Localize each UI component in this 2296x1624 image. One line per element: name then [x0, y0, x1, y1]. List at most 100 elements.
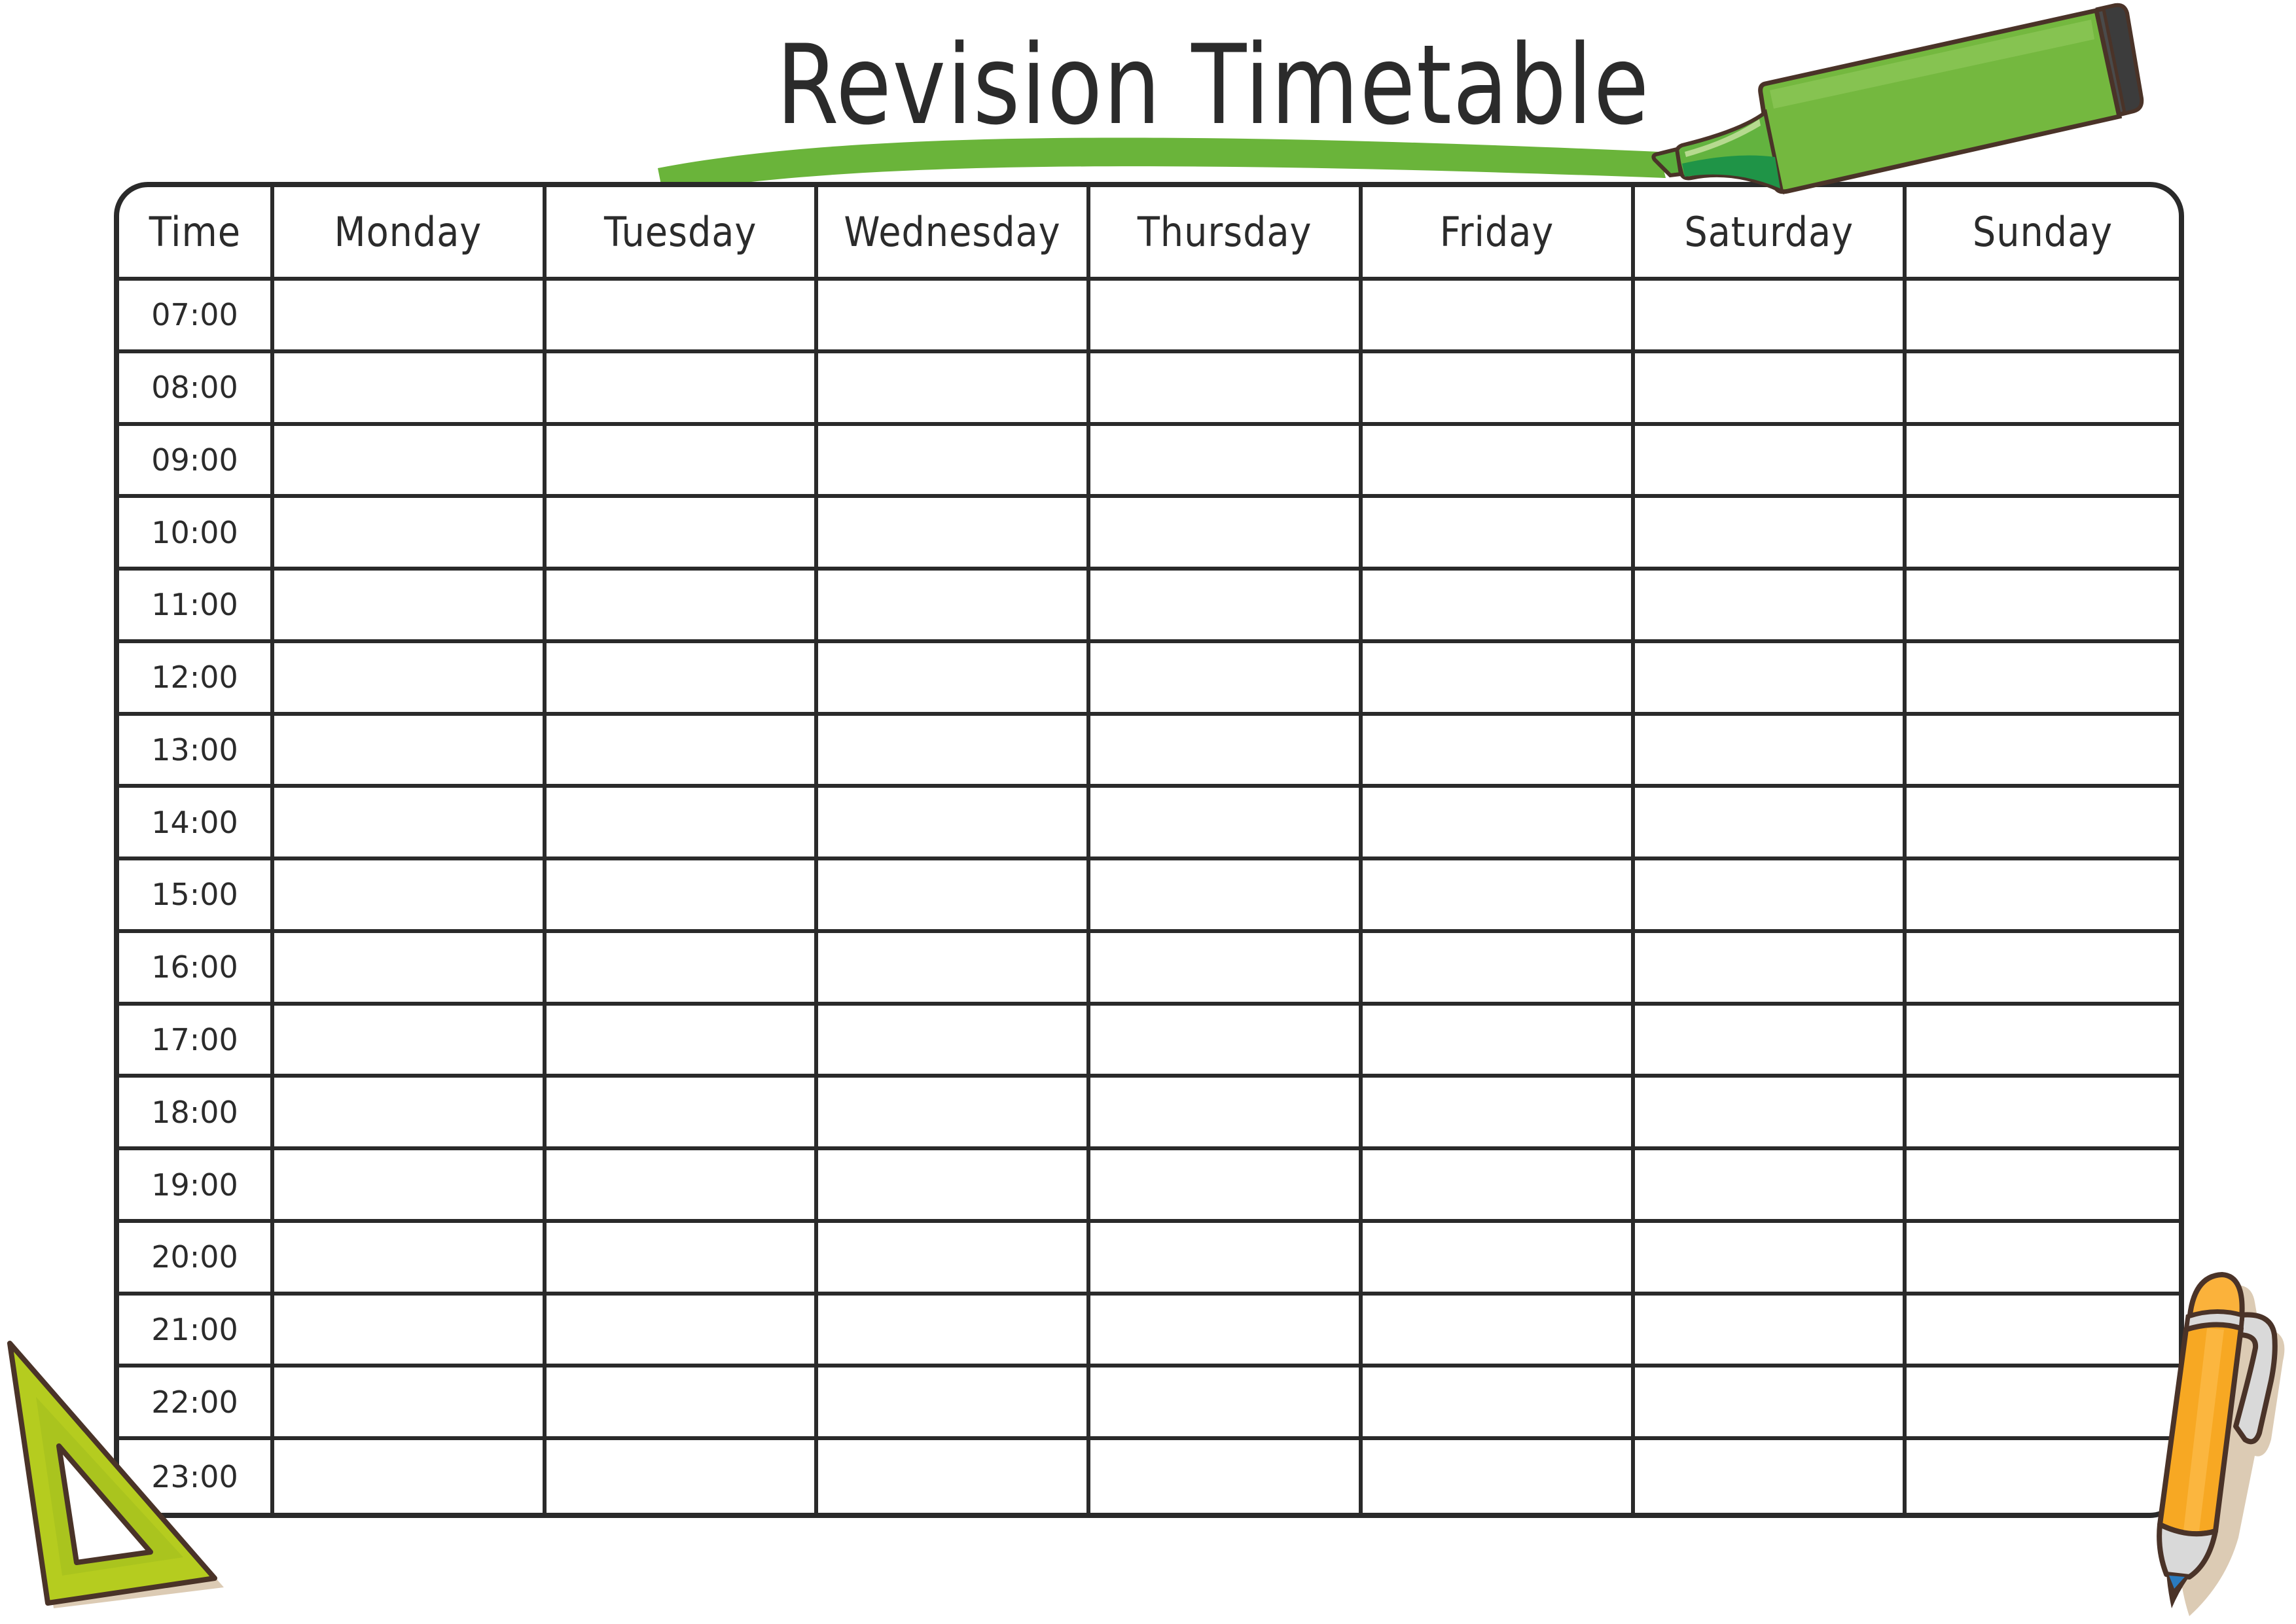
timetable-cell[interactable]	[1090, 425, 1363, 499]
timetable-cell[interactable]	[1090, 1005, 1363, 1078]
timetable-cell[interactable]	[546, 571, 819, 643]
timetable-cell[interactable]	[818, 932, 1091, 1006]
timetable-cell[interactable]	[1907, 788, 2179, 861]
timetable-cell[interactable]	[1362, 1295, 1635, 1368]
timetable-cell[interactable]	[1090, 498, 1363, 571]
timetable-cell[interactable]	[274, 1222, 547, 1296]
timetable-cell[interactable]	[1907, 426, 2179, 499]
timetable-cell[interactable]	[546, 498, 819, 571]
timetable-cell[interactable]	[546, 788, 819, 861]
timetable-cell[interactable]	[1907, 1150, 2179, 1223]
timetable-cell[interactable]	[1907, 643, 2179, 716]
timetable-cell[interactable]	[547, 1440, 819, 1513]
timetable-cell[interactable]	[1363, 1440, 1635, 1513]
timetable-cell[interactable]	[1090, 1078, 1363, 1151]
timetable-cell[interactable]	[1090, 643, 1363, 716]
timetable-cell[interactable]	[818, 1078, 1091, 1151]
timetable-cell[interactable]	[274, 425, 547, 499]
timetable-cell[interactable]	[1362, 1368, 1635, 1441]
timetable-cell[interactable]	[818, 498, 1091, 571]
timetable-cell[interactable]	[546, 425, 819, 499]
timetable-cell[interactable]	[1362, 932, 1635, 1006]
timetable-cell[interactable]	[1090, 353, 1363, 426]
timetable-cell[interactable]	[1907, 1006, 2179, 1078]
timetable-cell[interactable]	[546, 353, 819, 426]
timetable-cell[interactable]	[818, 1150, 1091, 1223]
timetable-cell[interactable]	[1634, 1150, 1907, 1223]
timetable-cell[interactable]	[1907, 1078, 2179, 1151]
timetable-cell[interactable]	[274, 281, 547, 353]
timetable-cell[interactable]	[1362, 425, 1635, 499]
timetable-cell[interactable]	[1634, 353, 1907, 426]
timetable-cell[interactable]	[1907, 716, 2179, 788]
timetable-cell[interactable]	[1634, 498, 1907, 571]
timetable-cell[interactable]	[1362, 715, 1635, 788]
timetable-cell[interactable]	[546, 715, 819, 788]
timetable-cell[interactable]	[1090, 1295, 1363, 1368]
timetable-cell[interactable]	[1634, 788, 1907, 861]
timetable-cell[interactable]	[818, 425, 1091, 499]
timetable-cell[interactable]	[1362, 571, 1635, 643]
timetable-cell[interactable]	[1362, 860, 1635, 933]
timetable-cell[interactable]	[546, 1295, 819, 1368]
timetable-cell[interactable]	[546, 643, 819, 716]
timetable-cell[interactable]	[274, 1295, 547, 1368]
timetable-cell[interactable]	[1090, 860, 1363, 933]
timetable-cell[interactable]	[546, 860, 819, 933]
timetable-cell[interactable]	[1634, 1368, 1907, 1441]
timetable-cell[interactable]	[1634, 281, 1907, 353]
timetable-cell[interactable]	[1090, 715, 1363, 788]
timetable-cell[interactable]	[1634, 1222, 1907, 1296]
timetable-cell[interactable]	[818, 788, 1091, 861]
timetable-cell[interactable]	[1907, 353, 2179, 426]
timetable-cell[interactable]	[1907, 571, 2179, 643]
timetable-cell[interactable]	[274, 860, 547, 933]
timetable-cell[interactable]	[274, 498, 547, 571]
timetable-cell[interactable]	[818, 571, 1091, 643]
timetable-cell[interactable]	[1090, 571, 1363, 643]
timetable-cell[interactable]	[1634, 425, 1907, 499]
timetable-cell[interactable]	[546, 1005, 819, 1078]
timetable-cell[interactable]	[1090, 1368, 1363, 1441]
timetable-cell[interactable]	[1907, 933, 2179, 1006]
timetable-cell[interactable]	[1907, 281, 2179, 353]
timetable-cell[interactable]	[1362, 353, 1635, 426]
timetable-cell[interactable]	[274, 788, 547, 861]
timetable-cell[interactable]	[274, 571, 547, 643]
timetable-cell[interactable]	[818, 1368, 1091, 1441]
timetable-cell[interactable]	[818, 1222, 1091, 1296]
timetable-cell[interactable]	[1635, 1440, 1907, 1513]
timetable-cell[interactable]	[1634, 860, 1907, 933]
timetable-cell[interactable]	[1362, 1222, 1635, 1296]
timetable-cell[interactable]	[274, 353, 547, 426]
timetable-cell[interactable]	[1090, 1222, 1363, 1296]
timetable-cell[interactable]	[1090, 932, 1363, 1006]
timetable-cell[interactable]	[818, 1440, 1091, 1513]
timetable-cell[interactable]	[818, 715, 1091, 788]
timetable-cell[interactable]	[274, 1368, 547, 1441]
timetable-cell[interactable]	[1362, 1078, 1635, 1151]
timetable-cell[interactable]	[1907, 1368, 2179, 1441]
timetable-cell[interactable]	[1362, 788, 1635, 861]
timetable-cell[interactable]	[1634, 932, 1907, 1006]
timetable-cell[interactable]	[546, 1078, 819, 1151]
timetable-cell[interactable]	[1634, 571, 1907, 643]
timetable-cell[interactable]	[1907, 860, 2179, 933]
timetable-cell[interactable]	[274, 1005, 547, 1078]
timetable-cell[interactable]	[818, 281, 1091, 353]
timetable-cell[interactable]	[1090, 1150, 1363, 1223]
timetable-cell[interactable]	[818, 1295, 1091, 1368]
timetable-cell[interactable]	[1090, 281, 1363, 353]
timetable-cell[interactable]	[274, 643, 547, 716]
timetable-cell[interactable]	[1634, 1078, 1907, 1151]
timetable-cell[interactable]	[1634, 643, 1907, 716]
timetable-cell[interactable]	[1907, 1296, 2179, 1368]
timetable-cell[interactable]	[1634, 715, 1907, 788]
timetable-cell[interactable]	[818, 860, 1091, 933]
timetable-cell[interactable]	[1362, 643, 1635, 716]
timetable-cell[interactable]	[274, 1150, 547, 1223]
timetable-cell[interactable]	[546, 932, 819, 1006]
timetable-cell[interactable]	[1090, 1440, 1363, 1513]
timetable-cell[interactable]	[1907, 1440, 2179, 1513]
timetable-cell[interactable]	[274, 715, 547, 788]
